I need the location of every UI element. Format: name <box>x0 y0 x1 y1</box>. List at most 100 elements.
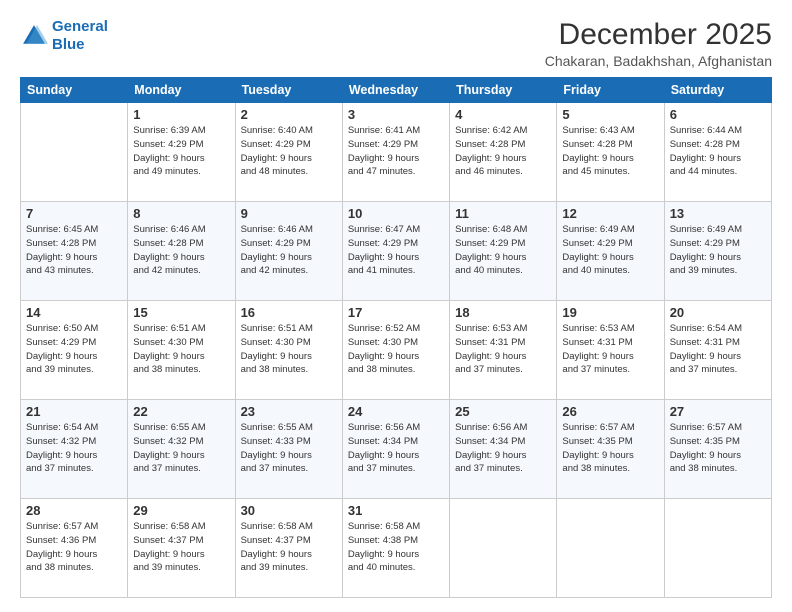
day-number: 24 <box>348 404 444 419</box>
col-monday: Monday <box>128 78 235 103</box>
day-info: Sunrise: 6:50 AMSunset: 4:29 PMDaylight:… <box>26 322 122 377</box>
calendar-cell <box>21 103 128 202</box>
calendar-cell <box>664 499 771 598</box>
day-number: 21 <box>26 404 122 419</box>
day-info: Sunrise: 6:49 AMSunset: 4:29 PMDaylight:… <box>670 223 766 278</box>
day-info: Sunrise: 6:58 AMSunset: 4:37 PMDaylight:… <box>241 520 337 575</box>
day-number: 20 <box>670 305 766 320</box>
day-info: Sunrise: 6:51 AMSunset: 4:30 PMDaylight:… <box>241 322 337 377</box>
calendar-cell: 23 Sunrise: 6:55 AMSunset: 4:33 PMDayligh… <box>235 400 342 499</box>
title-block: December 2025 Chakaran, Badakhshan, Afgh… <box>545 18 772 69</box>
day-number: 22 <box>133 404 229 419</box>
calendar-cell: 16Sunrise: 6:51 AMSunset: 4:30 PMDayligh… <box>235 301 342 400</box>
day-number: 27 <box>670 404 766 419</box>
calendar-cell: 19 Sunrise: 6:53 AMSunset: 4:31 PMDayligh… <box>557 301 664 400</box>
calendar-cell: 9 Sunrise: 6:46 AMSunset: 4:29 PMDaylight… <box>235 202 342 301</box>
calendar-cell: 11 Sunrise: 6:48 AMSunset: 4:29 PMDayligh… <box>450 202 557 301</box>
calendar-cell: 28 Sunrise: 6:57 AMSunset: 4:36 PMDayligh… <box>21 499 128 598</box>
day-number: 3 <box>348 107 444 122</box>
calendar-cell: 26Sunrise: 6:57 AMSunset: 4:35 PMDayligh… <box>557 400 664 499</box>
day-info: Sunrise: 6:51 AMSunset: 4:30 PMDaylight:… <box>133 322 229 377</box>
subtitle: Chakaran, Badakhshan, Afghanistan <box>545 53 772 69</box>
calendar-cell: 14 Sunrise: 6:50 AMSunset: 4:29 PMDayligh… <box>21 301 128 400</box>
calendar-cell: 10 Sunrise: 6:47 AMSunset: 4:29 PMDayligh… <box>342 202 449 301</box>
calendar-cell: 6Sunrise: 6:44 AMSunset: 4:28 PMDaylight… <box>664 103 771 202</box>
calendar-cell: 25 Sunrise: 6:56 AMSunset: 4:34 PMDayligh… <box>450 400 557 499</box>
calendar-cell: 5 Sunrise: 6:43 AMSunset: 4:28 PMDaylight… <box>557 103 664 202</box>
calendar-cell: 8 Sunrise: 6:46 AMSunset: 4:28 PMDaylight… <box>128 202 235 301</box>
day-info: Sunrise: 6:55 AMSunset: 4:33 PMDaylight:… <box>241 421 337 476</box>
day-info: Sunrise: 6:47 AMSunset: 4:29 PMDaylight:… <box>348 223 444 278</box>
calendar-cell: 15 Sunrise: 6:51 AMSunset: 4:30 PMDayligh… <box>128 301 235 400</box>
day-info: Sunrise: 6:41 AMSunset: 4:29 PMDaylight:… <box>348 124 444 179</box>
logo: General Blue <box>20 18 108 54</box>
day-number: 11 <box>455 206 551 221</box>
day-info: Sunrise: 6:54 AMSunset: 4:32 PMDaylight:… <box>26 421 122 476</box>
day-info: Sunrise: 6:42 AMSunset: 4:28 PMDaylight:… <box>455 124 551 179</box>
day-info: Sunrise: 6:56 AMSunset: 4:34 PMDaylight:… <box>348 421 444 476</box>
calendar-cell: 12 Sunrise: 6:49 AMSunset: 4:29 PMDayligh… <box>557 202 664 301</box>
calendar-week-3: 21 Sunrise: 6:54 AMSunset: 4:32 PMDayligh… <box>21 400 772 499</box>
col-friday: Friday <box>557 78 664 103</box>
day-info: Sunrise: 6:56 AMSunset: 4:34 PMDaylight:… <box>455 421 551 476</box>
logo-icon <box>20 22 48 50</box>
calendar-cell: 24 Sunrise: 6:56 AMSunset: 4:34 PMDayligh… <box>342 400 449 499</box>
calendar-cell: 2 Sunrise: 6:40 AMSunset: 4:29 PMDaylight… <box>235 103 342 202</box>
day-info: Sunrise: 6:53 AMSunset: 4:31 PMDaylight:… <box>455 322 551 377</box>
col-saturday: Saturday <box>664 78 771 103</box>
day-info: Sunrise: 6:58 AMSunset: 4:37 PMDaylight:… <box>133 520 229 575</box>
day-number: 9 <box>241 206 337 221</box>
calendar-week-2: 14 Sunrise: 6:50 AMSunset: 4:29 PMDayligh… <box>21 301 772 400</box>
logo-text: General Blue <box>52 18 108 54</box>
page: General Blue December 2025 Chakaran, Bad… <box>0 0 792 612</box>
day-info: Sunrise: 6:49 AMSunset: 4:29 PMDaylight:… <box>562 223 658 278</box>
day-info: Sunrise: 6:43 AMSunset: 4:28 PMDaylight:… <box>562 124 658 179</box>
day-info: Sunrise: 6:46 AMSunset: 4:28 PMDaylight:… <box>133 223 229 278</box>
day-info: Sunrise: 6:58 AMSunset: 4:38 PMDaylight:… <box>348 520 444 575</box>
day-number: 18 <box>455 305 551 320</box>
calendar-cell: 31 Sunrise: 6:58 AMSunset: 4:38 PMDayligh… <box>342 499 449 598</box>
calendar-table: Sunday Monday Tuesday Wednesday Thursday… <box>20 77 772 598</box>
day-number: 28 <box>26 503 122 518</box>
day-info: Sunrise: 6:46 AMSunset: 4:29 PMDaylight:… <box>241 223 337 278</box>
day-number: 26 <box>562 404 658 419</box>
day-number: 8 <box>133 206 229 221</box>
day-number: 10 <box>348 206 444 221</box>
main-title: December 2025 <box>545 18 772 51</box>
day-info: Sunrise: 6:53 AMSunset: 4:31 PMDaylight:… <box>562 322 658 377</box>
day-info: Sunrise: 6:48 AMSunset: 4:29 PMDaylight:… <box>455 223 551 278</box>
calendar-week-0: 1Sunrise: 6:39 AMSunset: 4:29 PMDaylight… <box>21 103 772 202</box>
day-info: Sunrise: 6:52 AMSunset: 4:30 PMDaylight:… <box>348 322 444 377</box>
calendar-header-row: Sunday Monday Tuesday Wednesday Thursday… <box>21 78 772 103</box>
calendar-cell: 7 Sunrise: 6:45 AMSunset: 4:28 PMDaylight… <box>21 202 128 301</box>
day-number: 5 <box>562 107 658 122</box>
day-info: Sunrise: 6:57 AMSunset: 4:36 PMDaylight:… <box>26 520 122 575</box>
col-sunday: Sunday <box>21 78 128 103</box>
col-wednesday: Wednesday <box>342 78 449 103</box>
calendar-cell: 27Sunrise: 6:57 AMSunset: 4:35 PMDayligh… <box>664 400 771 499</box>
day-number: 17 <box>348 305 444 320</box>
day-number: 31 <box>348 503 444 518</box>
calendar-cell: 29Sunrise: 6:58 AMSunset: 4:37 PMDayligh… <box>128 499 235 598</box>
calendar-cell <box>450 499 557 598</box>
day-number: 12 <box>562 206 658 221</box>
calendar-week-1: 7 Sunrise: 6:45 AMSunset: 4:28 PMDaylight… <box>21 202 772 301</box>
day-info: Sunrise: 6:39 AMSunset: 4:29 PMDaylight:… <box>133 124 229 179</box>
col-tuesday: Tuesday <box>235 78 342 103</box>
calendar-week-4: 28 Sunrise: 6:57 AMSunset: 4:36 PMDayligh… <box>21 499 772 598</box>
col-thursday: Thursday <box>450 78 557 103</box>
calendar-cell: 21 Sunrise: 6:54 AMSunset: 4:32 PMDayligh… <box>21 400 128 499</box>
calendar-cell <box>557 499 664 598</box>
day-info: Sunrise: 6:44 AMSunset: 4:28 PMDaylight:… <box>670 124 766 179</box>
day-number: 15 <box>133 305 229 320</box>
day-info: Sunrise: 6:40 AMSunset: 4:29 PMDaylight:… <box>241 124 337 179</box>
day-number: 25 <box>455 404 551 419</box>
day-number: 14 <box>26 305 122 320</box>
day-info: Sunrise: 6:55 AMSunset: 4:32 PMDaylight:… <box>133 421 229 476</box>
day-number: 23 <box>241 404 337 419</box>
day-info: Sunrise: 6:45 AMSunset: 4:28 PMDaylight:… <box>26 223 122 278</box>
day-number: 7 <box>26 206 122 221</box>
day-number: 13 <box>670 206 766 221</box>
day-number: 2 <box>241 107 337 122</box>
day-number: 19 <box>562 305 658 320</box>
